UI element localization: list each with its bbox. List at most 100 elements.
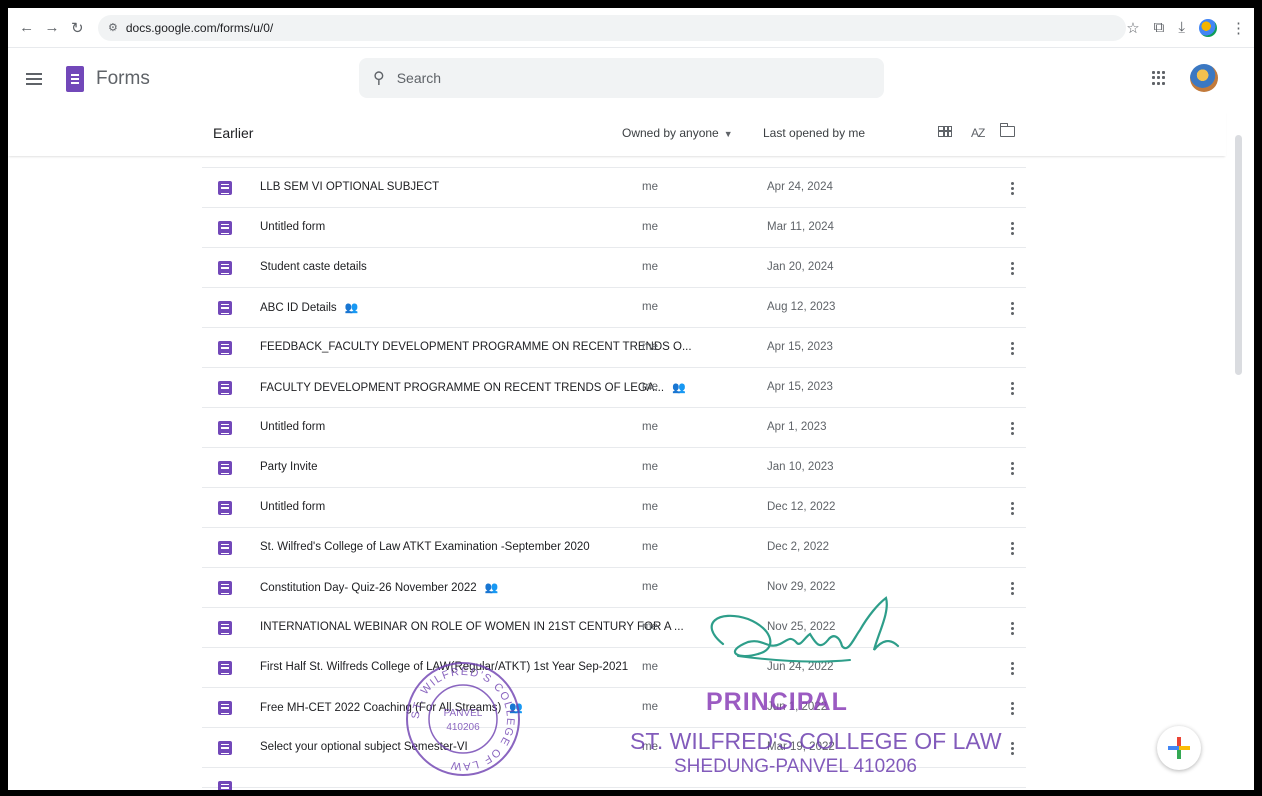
form-icon (218, 221, 232, 235)
search-bar[interactable]: ⚲ (359, 58, 884, 98)
search-input[interactable] (396, 70, 837, 86)
sort-options-icon[interactable]: AZ (971, 126, 985, 140)
scrollbar-thumb[interactable] (1235, 135, 1242, 375)
browser-toolbar: ← → ↻ ⚙ docs.google.com/forms/u/0/ ☆ ⧉ ⤓… (8, 8, 1254, 48)
bookmark-star-icon[interactable]: ☆ (1126, 19, 1139, 37)
form-icon (218, 621, 232, 635)
list-item[interactable]: FEEDBACK_FACULTY DEVELOPMENT PROGRAMME O… (202, 328, 1026, 368)
form-owner: me (642, 461, 658, 473)
more-options-icon[interactable] (1005, 418, 1019, 438)
form-icon (218, 341, 232, 355)
form-last-opened: Apr 15, 2023 (767, 381, 833, 393)
list-item[interactable]: Select your optional subject Semester-VI… (202, 728, 1026, 768)
form-owner: me (642, 181, 658, 193)
form-last-opened: Nov 25, 2022 (767, 621, 836, 633)
form-owner: me (642, 701, 658, 713)
form-icon (218, 301, 232, 315)
more-options-icon[interactable] (1005, 458, 1019, 478)
forms-logo-icon[interactable] (66, 66, 84, 92)
sort-dropdown[interactable]: Last opened by me (763, 126, 865, 140)
more-options-icon[interactable] (1005, 578, 1019, 598)
list-item[interactable]: FACULTY DEVELOPMENT PROGRAMME ON RECENT … (202, 368, 1026, 408)
form-icon (218, 421, 232, 435)
form-title: ABC ID Details 👥 (260, 302, 359, 314)
form-title: FEEDBACK_FACULTY DEVELOPMENT PROGRAMME O… (260, 341, 692, 353)
browser-menu-icon[interactable]: ⋮ (1231, 19, 1246, 37)
scrollbar[interactable] (1226, 110, 1254, 790)
profile-icon[interactable] (1199, 18, 1217, 37)
list-item[interactable]: Free MH-CET 2022 Coaching (For All Strea… (202, 688, 1026, 728)
more-options-icon[interactable] (1005, 378, 1019, 398)
more-options-icon[interactable] (1005, 698, 1019, 718)
create-form-button[interactable] (1157, 726, 1201, 770)
form-owner: me (642, 421, 658, 433)
form-icon (218, 741, 232, 755)
more-options-icon[interactable] (1005, 298, 1019, 318)
form-title: St. Wilfred's College of Law ATKT Examin… (260, 541, 590, 553)
download-icon[interactable]: ⤓ (1178, 19, 1185, 36)
form-last-opened: Dec 12, 2022 (767, 501, 836, 513)
form-title: Free MH-CET 2022 Coaching (For All Strea… (260, 702, 524, 714)
owner-filter-dropdown[interactable]: Owned by anyone ▼ (622, 126, 733, 140)
list-item[interactable]: Untitled form me Apr 1, 2023 (202, 408, 1026, 448)
form-last-opened: Apr 24, 2024 (767, 181, 833, 193)
list-item[interactable]: Untitled form me Dec 12, 2022 (202, 488, 1026, 528)
section-label: Earlier (213, 125, 254, 141)
list-item[interactable]: INTERNATIONAL WEBINAR ON ROLE OF WOMEN I… (202, 608, 1026, 648)
more-options-icon[interactable] (1005, 338, 1019, 358)
more-options-icon[interactable] (1005, 618, 1019, 638)
form-last-opened: Apr 1, 2023 (767, 421, 827, 433)
more-options-icon[interactable] (1005, 658, 1019, 678)
shared-people-icon: 👥 (344, 302, 359, 314)
list-item[interactable]: Student caste details me Jan 20, 2024 (202, 248, 1026, 288)
more-options-icon[interactable] (1005, 258, 1019, 278)
list-item[interactable]: First Half St. Wilfreds College of LAW(R… (202, 648, 1026, 688)
google-apps-icon[interactable] (1152, 71, 1166, 85)
back-icon[interactable]: ← (16, 17, 37, 39)
site-info-icon[interactable]: ⚙ (108, 21, 118, 34)
form-last-opened: Mar 19, 2022 (767, 741, 835, 753)
forward-icon[interactable]: → (41, 17, 62, 39)
form-last-opened: Jun 1, 2022 (767, 701, 828, 713)
open-file-picker-icon[interactable] (999, 123, 1015, 137)
main-menu-icon[interactable] (22, 67, 46, 91)
more-options-icon[interactable] (1005, 178, 1019, 198)
more-options-icon[interactable] (1005, 498, 1019, 518)
address-bar[interactable]: ⚙ docs.google.com/forms/u/0/ (97, 14, 1127, 41)
list-item[interactable]: LLB SEM VI OPTIONAL SUBJECT me Apr 24, 202… (202, 168, 1026, 208)
form-owner: me (642, 581, 658, 593)
grid-view-icon[interactable] (938, 126, 952, 137)
form-title: Untitled form (260, 221, 326, 233)
owner-filter-label: Owned by anyone (622, 126, 719, 140)
form-icon (218, 781, 232, 790)
list-item[interactable]: St. Wilfred's College of Law ATKT Examin… (202, 528, 1026, 568)
list-item[interactable]: Party Invite me Jan 10, 2023 (202, 448, 1026, 488)
form-owner: me (642, 621, 658, 633)
list-item[interactable]: ABC ID Details 👥 me Aug 12, 2023 (202, 288, 1026, 328)
caret-down-icon: ▼ (723, 129, 733, 139)
extensions-icon[interactable]: ⧉ (1154, 19, 1165, 36)
reload-icon[interactable]: ↻ (67, 17, 88, 39)
form-owner: me (642, 501, 658, 513)
form-last-opened: Aug 12, 2023 (767, 301, 836, 313)
form-last-opened: Apr 15, 2023 (767, 341, 833, 353)
form-title: FACULTY DEVELOPMENT PROGRAMME ON RECENT … (260, 382, 686, 394)
form-icon (218, 181, 232, 195)
account-avatar[interactable] (1190, 64, 1218, 92)
search-icon[interactable]: ⚲ (373, 68, 385, 88)
form-owner: me (642, 301, 658, 313)
form-title: Select your optional subject Semester-VI (260, 741, 468, 753)
form-last-opened: Mar 11, 2024 (767, 221, 834, 233)
list-item-partial[interactable] (202, 768, 1026, 790)
form-title: Student caste details (260, 261, 367, 273)
form-owner: me (642, 661, 658, 673)
form-title: Constitution Day- Quiz-26 November 2022 👥 (260, 582, 499, 594)
more-options-icon[interactable] (1005, 738, 1019, 758)
list-item[interactable]: Untitled form me Mar 11, 2024 (202, 208, 1026, 248)
app-title[interactable]: Forms (96, 68, 150, 90)
list-item[interactable]: Constitution Day- Quiz-26 November 2022 👥… (202, 568, 1026, 608)
form-title: Untitled form (260, 501, 326, 513)
shared-people-icon: 👥 (509, 702, 524, 714)
more-options-icon[interactable] (1005, 538, 1019, 558)
more-options-icon[interactable] (1005, 218, 1019, 238)
